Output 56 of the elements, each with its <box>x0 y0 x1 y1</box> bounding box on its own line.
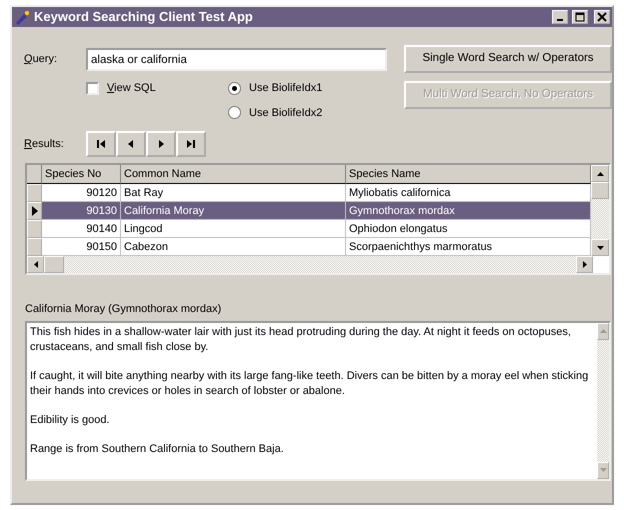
maximize-button[interactable] <box>572 10 588 24</box>
next-record-button[interactable] <box>146 131 176 157</box>
table-cell: Ophiodon elongatus <box>346 220 591 238</box>
radio-dot-icon <box>232 86 237 91</box>
first-record-button[interactable] <box>86 131 116 157</box>
triangle-right-icon <box>156 139 166 149</box>
up-arrow-icon <box>596 172 604 176</box>
maximize-icon <box>575 12 585 22</box>
row-indicator-header <box>27 165 42 184</box>
description-paragraph: If caught, it will bite anything nearby with its large fang-like teeth. Divers can be bitten by a moray eel when sticking their hands into crevices or holes in search of lobster or abalone. <box>30 368 590 398</box>
detail-heading: California Moray (Gymnothorax mordax) <box>25 302 222 317</box>
radio-label: Use BiolifeIdx2 <box>249 106 322 120</box>
skip-back-icon <box>96 139 106 149</box>
scroll-right-button[interactable] <box>576 256 593 273</box>
results-label: Results: <box>24 136 65 152</box>
torch-icon <box>14 9 30 25</box>
scroll-left-button[interactable] <box>27 256 44 273</box>
horizontal-scrollbar[interactable] <box>27 256 593 273</box>
scroll-up-button[interactable] <box>591 165 609 182</box>
checkbox-label: View SQL <box>107 81 156 96</box>
skip-forward-icon <box>186 139 196 149</box>
column-header: Species Name <box>346 165 591 184</box>
triangle-left-icon <box>126 139 136 149</box>
query-field[interactable]: alaska or california <box>86 48 387 71</box>
description-paragraph: Edibility is good. <box>30 412 110 428</box>
search-button[interactable]: Single Word Search w/ Operators <box>404 45 612 73</box>
right-arrow-icon <box>582 261 586 268</box>
left-arrow-icon <box>34 261 38 268</box>
column-header: Common Name <box>121 165 346 184</box>
query-label: Query: <box>24 52 58 68</box>
scroll-thumb[interactable] <box>591 182 609 199</box>
scroll-down-button[interactable] <box>591 239 609 256</box>
up-arrow-icon <box>600 329 607 333</box>
description-paragraph: This fish hides in a shallow-water lair with just its head protruding during the day. At night it feeds on octopuses, crustaceans, and small fish close by. <box>30 324 572 354</box>
table-cell: 90140 <box>42 220 121 238</box>
close-button[interactable] <box>594 10 610 24</box>
last-record-button[interactable] <box>176 131 206 157</box>
table-cell: Lingcod <box>121 220 346 238</box>
scroll-thumb[interactable] <box>44 256 64 273</box>
radio-label: Use BiolifeIdx1 <box>249 81 322 96</box>
minimize-button[interactable] <box>552 10 568 24</box>
prev-record-button[interactable] <box>116 131 146 157</box>
view-sql-checkbox[interactable] <box>86 82 99 95</box>
minimize-icon <box>557 19 563 21</box>
table-cell: 90130 <box>42 202 121 220</box>
vertical-scrollbar[interactable] <box>591 165 609 256</box>
table-cell: California Moray <box>121 202 346 220</box>
down-arrow-icon <box>600 468 607 472</box>
down-arrow-icon <box>596 246 604 250</box>
description-paragraph: Range is from Southern California to Southern Baja. <box>30 442 285 456</box>
column-header: Species No <box>42 165 121 184</box>
radio-button[interactable] <box>228 82 241 95</box>
window-title: Keyword Searching Client Test App <box>34 8 254 26</box>
close-icon <box>597 12 607 22</box>
table-cell: Gymnothorax mordax <box>346 202 591 220</box>
radio-button[interactable] <box>228 106 241 120</box>
